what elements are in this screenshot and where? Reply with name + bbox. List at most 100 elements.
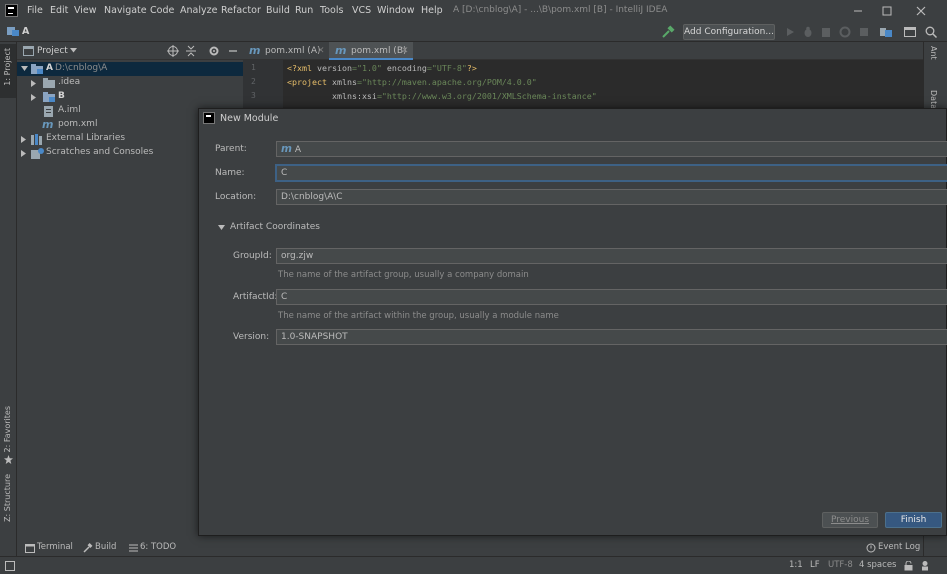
project-tool-tab[interactable]: 1: Project bbox=[0, 44, 16, 98]
project-view-selector[interactable]: Project bbox=[37, 46, 68, 56]
artifact-coordinates-section[interactable]: Artifact Coordinates bbox=[230, 222, 320, 232]
event-log-button[interactable]: Event Log bbox=[878, 542, 920, 552]
iml-file-icon bbox=[43, 106, 54, 117]
module-folder-icon bbox=[43, 92, 56, 103]
title-bar: File Edit View Navigate Code Analyze Ref… bbox=[0, 0, 947, 22]
chevron-down-icon[interactable] bbox=[218, 225, 225, 230]
debug-icon[interactable] bbox=[801, 25, 815, 39]
lock-icon[interactable] bbox=[904, 561, 913, 571]
gear-icon[interactable] bbox=[208, 45, 220, 57]
stop-icon[interactable] bbox=[857, 25, 871, 39]
ant-tool-label: Ant bbox=[929, 46, 938, 60]
chevron-right-icon[interactable] bbox=[21, 136, 27, 143]
search-icon[interactable] bbox=[924, 25, 938, 39]
menu-navigate[interactable]: Navigate bbox=[104, 5, 147, 16]
terminal-tool-button[interactable]: Terminal bbox=[37, 542, 73, 552]
tab-pom-xml-b[interactable]: m pom.xml (B) ✕ bbox=[329, 42, 413, 60]
code-line: <?xml version="1.0" encoding="UTF-8"?> bbox=[287, 63, 477, 73]
project-structure-icon[interactable] bbox=[879, 25, 893, 39]
run-icon[interactable] bbox=[783, 25, 797, 39]
groupid-input[interactable]: org.zjw bbox=[276, 248, 947, 264]
line-number: 3 bbox=[251, 91, 256, 100]
name-input[interactable]: C bbox=[276, 165, 947, 181]
navigation-breadcrumb[interactable]: A bbox=[22, 26, 29, 37]
maven-module-icon: m bbox=[281, 143, 292, 155]
dialog-title: New Module bbox=[220, 113, 279, 124]
favorites-tool-label: 2: Favorites bbox=[3, 406, 12, 453]
location-label: Location: bbox=[215, 192, 257, 202]
close-tab-icon[interactable]: ✕ bbox=[401, 42, 409, 60]
menu-help[interactable]: Help bbox=[421, 5, 443, 16]
menu-build[interactable]: Build bbox=[266, 5, 290, 16]
inspector-icon[interactable] bbox=[920, 560, 930, 571]
caret-position[interactable]: 1:1 bbox=[789, 560, 803, 570]
name-label: Name: bbox=[215, 168, 245, 178]
collapse-all-icon[interactable] bbox=[185, 45, 197, 57]
chevron-down-icon[interactable] bbox=[21, 66, 28, 72]
project-view-icon bbox=[23, 46, 34, 56]
menu-run[interactable]: Run bbox=[295, 5, 313, 16]
menu-view[interactable]: View bbox=[74, 5, 97, 16]
line-separator[interactable]: LF bbox=[810, 560, 820, 570]
toggle-tool-windows-icon[interactable] bbox=[5, 561, 15, 571]
tree-path: D:\cnblog\A bbox=[55, 63, 108, 73]
build-hammer-icon[interactable] bbox=[661, 25, 675, 39]
chevron-down-icon[interactable] bbox=[70, 48, 77, 53]
todo-list-icon bbox=[129, 544, 138, 552]
menu-edit[interactable]: Edit bbox=[50, 5, 68, 16]
ant-tool-tab[interactable]: Ant bbox=[924, 44, 946, 74]
folder-icon bbox=[43, 78, 56, 89]
locate-icon[interactable] bbox=[167, 45, 179, 57]
add-configuration-button[interactable]: Add Configuration... bbox=[683, 24, 775, 40]
new-module-dialog: New Module Parent: m A Name: C Location:… bbox=[198, 108, 947, 536]
build-tool-button[interactable]: Build bbox=[95, 542, 116, 552]
maximize-button[interactable] bbox=[877, 3, 897, 19]
project-folder-icon bbox=[7, 26, 20, 37]
module-folder-icon bbox=[31, 64, 44, 75]
close-tab-icon[interactable]: ✕ bbox=[317, 42, 325, 60]
minimize-button[interactable] bbox=[848, 3, 868, 19]
intellij-logo-icon bbox=[203, 112, 215, 124]
structure-tool-tab[interactable]: Z: Structure bbox=[0, 472, 16, 532]
library-icon bbox=[31, 134, 44, 145]
menu-vcs[interactable]: VCS bbox=[352, 5, 371, 16]
menu-file[interactable]: File bbox=[27, 5, 43, 16]
artifactid-input[interactable]: C bbox=[276, 289, 947, 305]
menu-tools[interactable]: Tools bbox=[320, 5, 343, 16]
todo-tool-button[interactable]: 6: TODO bbox=[140, 542, 176, 552]
tree-row-module-b[interactable]: B bbox=[17, 90, 243, 104]
chevron-right-icon[interactable] bbox=[31, 80, 37, 87]
maven-file-icon: m bbox=[335, 44, 347, 57]
menu-code[interactable]: Code bbox=[150, 5, 174, 16]
coverage-icon[interactable] bbox=[819, 25, 833, 39]
hide-panel-icon[interactable] bbox=[227, 45, 239, 57]
menu-window[interactable]: Window bbox=[377, 5, 414, 16]
profile-icon[interactable] bbox=[838, 25, 852, 39]
parent-select[interactable]: m A bbox=[276, 141, 947, 157]
file-encoding[interactable]: UTF-8 bbox=[828, 560, 853, 570]
indent-setting[interactable]: 4 spaces bbox=[859, 560, 896, 570]
tree-row-module-a[interactable]: A D:\cnblog\A bbox=[17, 62, 243, 76]
groupid-hint: The name of the artifact group, usually … bbox=[278, 270, 529, 280]
menu-analyze[interactable]: Analyze bbox=[180, 5, 217, 16]
chevron-right-icon[interactable] bbox=[31, 94, 37, 101]
close-button[interactable] bbox=[911, 3, 931, 19]
artifactid-hint: The name of the artifact within the grou… bbox=[278, 311, 559, 321]
code-editor[interactable]: 1 2 3 <?xml version="1.0" encoding="UTF-… bbox=[243, 60, 923, 110]
artifactid-label: ArtifactId: bbox=[233, 292, 278, 302]
code-line: xmlns:xsi="http://www.w3.org/2001/XMLSch… bbox=[331, 91, 597, 101]
tree-label: pom.xml bbox=[58, 119, 98, 129]
location-input[interactable]: D:\cnblog\A\C bbox=[276, 189, 947, 205]
menu-refactor[interactable]: Refactor bbox=[221, 5, 261, 16]
bottom-tool-bar: Terminal Build 6: TODO Event Log bbox=[17, 540, 923, 556]
tree-row-idea[interactable]: .idea bbox=[17, 76, 243, 90]
finish-button[interactable]: Finish bbox=[885, 512, 942, 528]
previous-button[interactable]: Previous bbox=[822, 512, 878, 528]
tab-pom-xml-a[interactable]: m pom.xml (A) ✕ bbox=[243, 42, 329, 60]
version-input[interactable]: 1.0-SNAPSHOT bbox=[276, 329, 947, 345]
main-toolbar: A Add Configuration... bbox=[0, 22, 947, 42]
chevron-right-icon[interactable] bbox=[21, 150, 27, 157]
parent-value: A bbox=[294, 145, 301, 155]
tree-label: External Libraries bbox=[46, 133, 126, 143]
presentation-mode-icon[interactable] bbox=[903, 25, 917, 39]
